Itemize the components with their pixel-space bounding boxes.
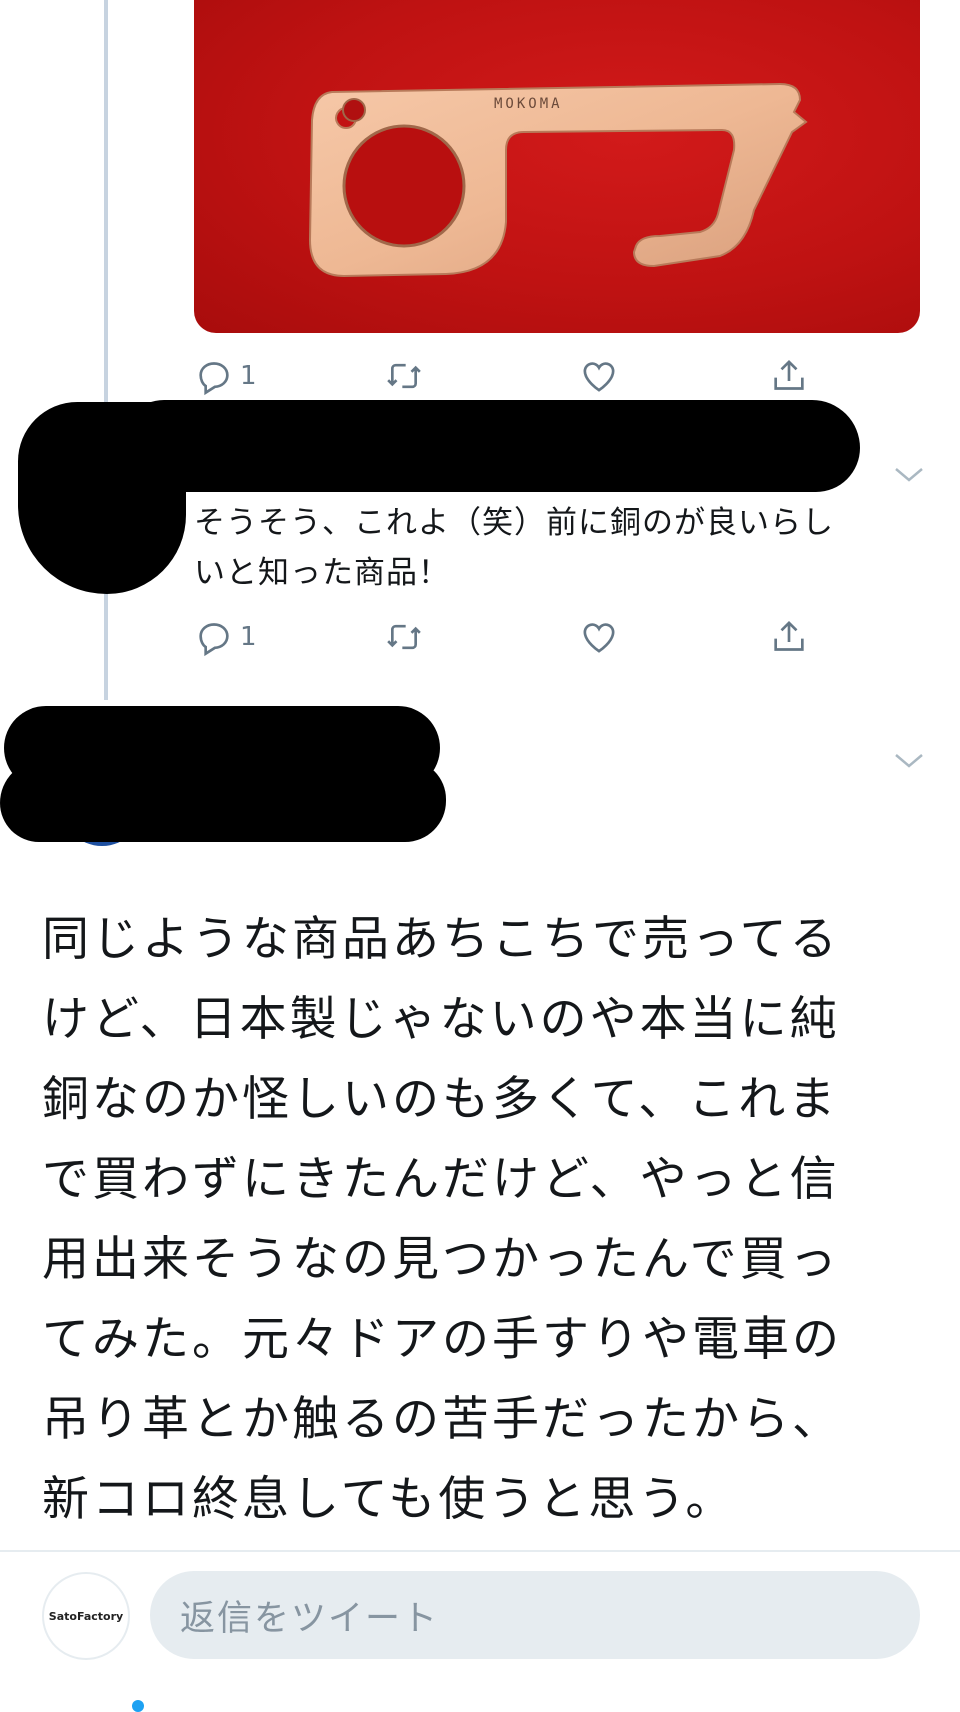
copper-door-opener-image: MOKOMA: [308, 82, 808, 278]
avatar-text: SatoFactory: [48, 1609, 124, 1623]
reply-tweet-text: そうそう、これよ（笑）前に銅のが良いらし いと知った商品！: [194, 498, 924, 598]
retweet-icon: [387, 363, 421, 389]
main-text-line: 同じような商品あちこちで売ってる: [42, 912, 840, 967]
like-button[interactable]: [579, 617, 619, 657]
main-text-line: てみた。元々ドアの手すりや電車の: [42, 1312, 842, 1367]
reply-input[interactable]: 返信をツイート: [150, 1571, 920, 1659]
reply-button[interactable]: 1: [194, 356, 257, 396]
main-text-line: 用出来そうなの見つかったんで買っ: [42, 1232, 840, 1287]
thread-line: [104, 0, 108, 700]
chevron-down-icon[interactable]: [892, 748, 926, 772]
like-button[interactable]: [579, 356, 619, 396]
like-icon: [583, 623, 615, 653]
share-icon: [774, 620, 804, 651]
reply-text-line: そうそう、これよ（笑）前に銅のが良いらし: [194, 505, 834, 541]
main-text-line: 銅なのか怪しいのも多くて、これま: [42, 1072, 839, 1127]
share-button[interactable]: [769, 356, 809, 396]
divider: [0, 1550, 960, 1552]
main-text-line: けど、日本製じゃないのや本当に純: [42, 992, 840, 1047]
main-tweet-text: 同じような商品あちこちで売ってる けど、日本製じゃないのや本当に純 銅なのか怪し…: [42, 900, 922, 1540]
retweet-button[interactable]: [384, 356, 424, 396]
avatar[interactable]: SatoFactory: [42, 1572, 130, 1660]
reply-icon: [199, 623, 229, 657]
reply-count: 1: [240, 622, 257, 652]
reply-count: 1: [240, 361, 257, 391]
share-button[interactable]: [769, 617, 809, 657]
reply-text-line: いと知った商品！: [194, 555, 450, 591]
redacted-main-author-handle: [0, 760, 446, 842]
like-icon: [583, 362, 615, 392]
tweet-action-bar: 1: [194, 356, 834, 400]
reply-placeholder: 返信をツイート: [180, 1598, 440, 1639]
reply-button[interactable]: 1: [194, 617, 257, 657]
reply-icon: [199, 362, 229, 396]
chevron-down-icon[interactable]: [892, 462, 926, 486]
engraving-text: MOKOMA: [494, 96, 563, 112]
retweet-icon: [387, 624, 421, 650]
main-text-line: 吊り革とか触るの苦手だったから、: [42, 1392, 842, 1447]
main-text-line: で買わずにきたんだけど、やっと信: [42, 1152, 840, 1207]
retweet-button[interactable]: [384, 617, 424, 657]
main-text-line: 新コロ終息しても使うと思う。: [42, 1472, 736, 1527]
status-dot: [132, 1700, 144, 1712]
share-icon: [774, 359, 804, 390]
tweet-media-image[interactable]: MOKOMA: [194, 0, 920, 333]
reply-action-bar: 1: [194, 617, 834, 661]
redacted-author-name: [120, 400, 860, 492]
